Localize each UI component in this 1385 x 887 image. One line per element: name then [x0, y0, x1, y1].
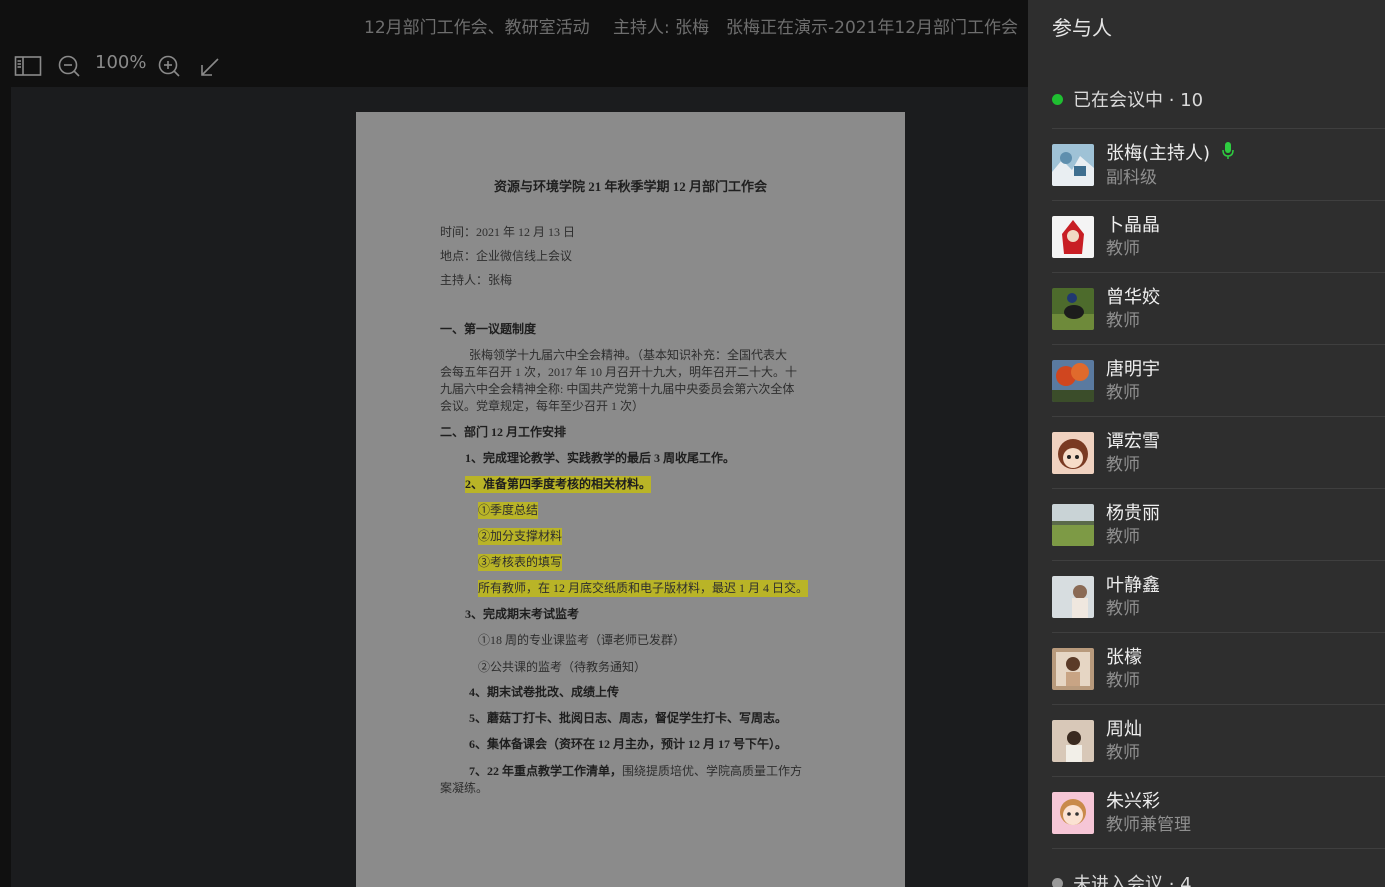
- doc-item-continued: 案凝练。: [440, 781, 489, 795]
- zoom-level: 100%: [95, 52, 147, 73]
- participant-item[interactable]: 朱兴彩 教师兼管理: [1052, 777, 1385, 849]
- avatar: [1052, 720, 1094, 762]
- doc-subitem: ②公共课的监考（待教务通知）: [478, 660, 647, 674]
- participant-name: 谭宏雪: [1106, 431, 1160, 452]
- document-viewer: 12月部门工作会、教研室活动 主持人: 张梅 张梅正在演示-2021年12月部门…: [0, 0, 1028, 887]
- avatar: [1052, 288, 1094, 330]
- offline-dot-icon: [1052, 877, 1063, 887]
- participant-role: 教师: [1106, 239, 1140, 259]
- doc-item: 7、22 年重点教学工作清单，围绕提质培优、学院高质量工作方: [469, 763, 802, 780]
- avatar: [1052, 360, 1094, 402]
- doc-paragraph: 张梅领学十九届六中全会精神。（基本知识补充：全国代表大: [469, 348, 788, 362]
- doc-time: 时间：2021 年 12 月 13 日: [440, 225, 576, 239]
- meeting-window: 12月部门工作会、教研室活动 主持人: 张梅 张梅正在演示-2021年12月部门…: [0, 0, 1385, 887]
- participant-name: 张檬: [1106, 647, 1142, 668]
- avatar: [1052, 216, 1094, 258]
- doc-item: 6、集体备课会（资环在 12 月主办，预计 12 月 17 号下午）。: [469, 737, 788, 751]
- avatar: [1052, 504, 1094, 546]
- doc-item-highlighted: 2、准备第四季度考核的相关材料。: [465, 476, 652, 493]
- doc-section-2-title: 二、部门 12 月工作安排: [440, 425, 567, 439]
- doc-item: 5、蘑菇丁打卡、批阅日志、周志，督促学生打卡、写周志。: [469, 711, 788, 725]
- not-joined-section[interactable]: 未进入会议 · 4: [1052, 870, 1192, 887]
- participant-role: 教师: [1106, 599, 1140, 619]
- doc-place: 地点：企业微信线上会议: [440, 249, 573, 263]
- participant-role: 副科级: [1106, 167, 1157, 188]
- document-page: 资源与环境学院 21 年秋季学期 12 月部门工作会 时间：2021 年 12 …: [356, 112, 905, 887]
- participant-role: 教师: [1106, 671, 1140, 691]
- participant-item[interactable]: 曾华姣 教师: [1052, 273, 1385, 345]
- zoom-out-icon[interactable]: [57, 52, 81, 80]
- participant-role: 教师: [1106, 311, 1140, 331]
- participant-item[interactable]: 张梅(主持人) 副科级: [1052, 129, 1385, 201]
- participant-name: 朱兴彩: [1106, 791, 1160, 812]
- participant-item[interactable]: 周灿 教师: [1052, 705, 1385, 777]
- participant-item[interactable]: 谭宏雪 教师: [1052, 417, 1385, 489]
- not-joined-label: 未进入会议 · 4: [1073, 874, 1192, 887]
- doc-item-rest: 围绕提质培优、学院高质量工作方: [622, 764, 803, 778]
- sidebar-toggle-icon[interactable]: [14, 52, 42, 80]
- host-label: 主持人: 张梅: [613, 18, 710, 38]
- participant-item[interactable]: 张檬 教师: [1052, 633, 1385, 705]
- doc-item: 1、完成理论教学、实践教学的最后 3 周收尾工作。: [465, 451, 736, 465]
- participant-item[interactable]: 叶静鑫 教师: [1052, 561, 1385, 633]
- participant-name: 卜晶晶: [1106, 215, 1160, 236]
- panel-title: 参与人: [1052, 16, 1112, 40]
- avatar: [1052, 576, 1094, 618]
- presenting-label: 张梅正在演示-2021年12月部门工作会: [726, 18, 1019, 38]
- participant-role: 教师: [1106, 527, 1140, 547]
- participant-item[interactable]: 杨贵丽 教师: [1052, 489, 1385, 561]
- title-bar: 12月部门工作会、教研室活动 主持人: 张梅 张梅正在演示-2021年12月部门…: [0, 0, 1028, 46]
- doc-subitem: ①18 周的专业课监考（谭老师已发群）: [478, 633, 686, 647]
- doc-subitem-highlighted: ①季度总结: [478, 502, 539, 519]
- doc-item: 4、期末试卷批改、成绩上传: [469, 685, 620, 699]
- doc-item: 3、完成期末考试监考: [465, 607, 580, 621]
- avatar: [1052, 792, 1094, 834]
- collapse-arrow-icon[interactable]: [199, 53, 221, 81]
- participant-role: 教师兼管理: [1106, 815, 1191, 835]
- participant-name: 叶静鑫: [1106, 575, 1160, 596]
- doc-section-1-title: 一、第一议题制度: [440, 322, 537, 336]
- in-meeting-label: 已在会议中 · 10: [1073, 90, 1204, 111]
- participant-role: 教师: [1106, 383, 1140, 403]
- participants-panel: 参与人 已在会议中 · 10 张梅(主持人) 副科级 卜晶晶 教师 曾华姣 教师…: [1028, 0, 1385, 887]
- participant-name: 曾华姣: [1106, 287, 1160, 308]
- doc-host: 主持人：张梅: [440, 273, 513, 287]
- participant-name: 杨贵丽: [1106, 503, 1160, 524]
- participant-item[interactable]: 卜晶晶 教师: [1052, 201, 1385, 273]
- participant-role: 教师: [1106, 743, 1140, 763]
- avatar: [1052, 648, 1094, 690]
- doc-paragraph: 九届六中全会精神全称: 中国共产党第十九届中央委员会第六次全体: [440, 382, 795, 396]
- divider: [1052, 848, 1385, 849]
- in-meeting-section: 已在会议中 · 10: [1052, 86, 1203, 112]
- avatar: [1052, 432, 1094, 474]
- microphone-icon: [1222, 141, 1234, 167]
- doc-title: 资源与环境学院 21 年秋季学期 12 月部门工作会: [493, 179, 767, 194]
- document-canvas: 资源与环境学院 21 年秋季学期 12 月部门工作会 时间：2021 年 12 …: [11, 87, 1028, 887]
- doc-note-highlighted: 所有教师，在 12 月底交纸质和电子版材料，最迟 1 月 4 日交。: [478, 580, 809, 597]
- doc-item-bold: 7、22 年重点教学工作清单，: [469, 764, 623, 778]
- doc-paragraph: 会议。党章规定，每年至少召开 1 次）: [440, 399, 645, 413]
- participant-item[interactable]: 唐明宇 教师: [1052, 345, 1385, 417]
- doc-paragraph: 会每五年召开 1 次，2017 年 10 月召开十九大，明年召开二十大。十: [440, 365, 798, 379]
- zoom-in-icon[interactable]: [157, 52, 181, 80]
- participant-name: 唐明宇: [1106, 359, 1160, 380]
- participant-name: 张梅(主持人): [1106, 143, 1211, 164]
- meeting-title: 12月部门工作会、教研室活动: [364, 18, 590, 38]
- doc-subitem-highlighted: ③考核表的填写: [478, 554, 563, 571]
- participant-role: 教师: [1106, 455, 1140, 475]
- doc-subitem-highlighted: ②加分支撑材料: [478, 528, 563, 545]
- participant-name: 周灿: [1106, 719, 1142, 740]
- online-dot-icon: [1052, 93, 1063, 105]
- avatar: [1052, 144, 1094, 186]
